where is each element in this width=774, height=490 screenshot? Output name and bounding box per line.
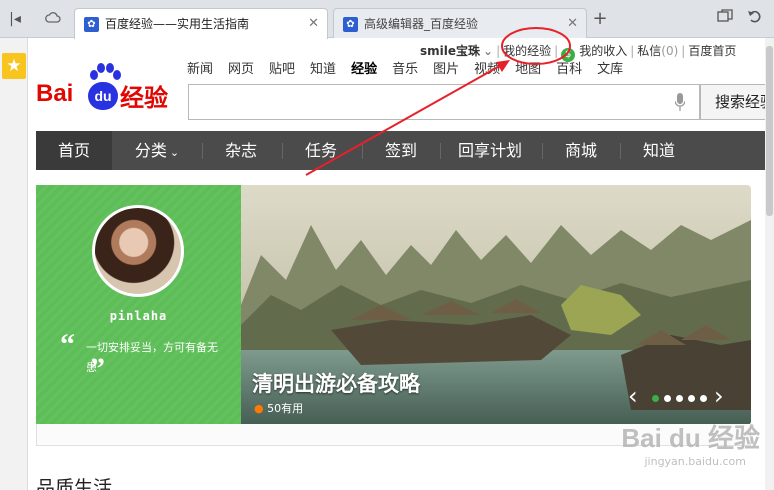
annotation-overlay bbox=[305, 27, 571, 176]
watermark-url: jingyan.baidu.com bbox=[644, 455, 746, 468]
watermark-text: Bai du 经验 bbox=[621, 423, 760, 453]
annotation-arrow-line bbox=[305, 62, 506, 176]
baidu-watermark: Bai du 经验 jingyan.baidu.com bbox=[590, 418, 760, 478]
browser-window: |◂ ✿ 百度经验——实用生活指南 ✕ ✿ 高级编辑器_百度经验 ✕ + ★ s… bbox=[0, 0, 774, 490]
annotation-circle bbox=[501, 27, 571, 65]
